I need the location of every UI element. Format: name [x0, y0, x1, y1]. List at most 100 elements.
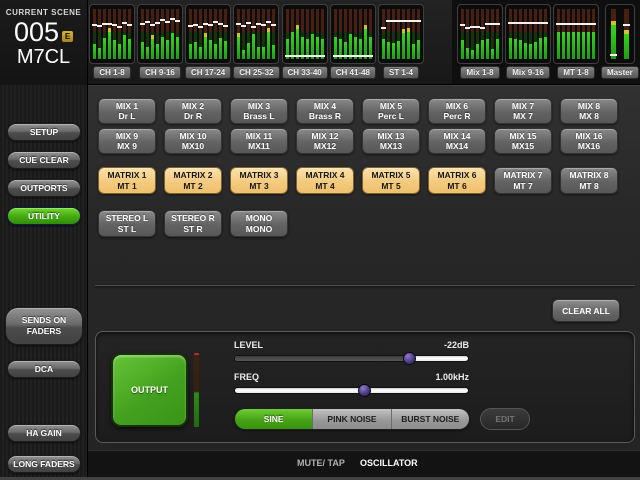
bus-button[interactable]: STEREO R ST R — [164, 210, 222, 237]
fader-position-mark — [175, 20, 180, 22]
bus-button-name: MIX 10 — [179, 130, 207, 141]
meter-bar — [518, 9, 523, 59]
bus-button[interactable]: MIX 15 MX15 — [494, 128, 552, 154]
level-slider[interactable] — [234, 352, 469, 365]
bus-button[interactable]: MIX 2 Dr R — [164, 98, 222, 124]
meter-bank-label[interactable]: CH 33-40 — [281, 66, 328, 79]
freq-slider-knob[interactable] — [358, 384, 372, 397]
meter-block — [233, 4, 280, 64]
bus-button[interactable]: MIX 10 MX10 — [164, 128, 222, 154]
bus-button[interactable]: MIX 8 MX 8 — [560, 98, 618, 124]
oscillator-output-button[interactable]: OUTPUT — [111, 353, 188, 427]
meter-bar — [256, 9, 262, 59]
meter-bank-label[interactable]: CH 9-16 — [139, 66, 181, 79]
bus-button[interactable]: STEREO L ST L — [98, 210, 156, 237]
bus-button[interactable]: MIX 3 Brass L — [230, 98, 288, 124]
sidebar-item-setup[interactable]: SETUP — [7, 123, 81, 141]
bus-button[interactable]: MIX 6 Perc R — [428, 98, 486, 124]
meter-bar-fill — [481, 40, 484, 59]
bottom-tab-bar: MUTE/ TAP OSCILLATOR — [88, 450, 640, 477]
freq-slider[interactable] — [234, 384, 469, 397]
meter-bar — [591, 9, 596, 59]
sidebar-item-outports[interactable]: OUTPORTS — [7, 179, 81, 197]
meter-bar-fill — [392, 43, 395, 59]
waveform-sine-button[interactable]: SINE — [235, 409, 313, 429]
tab-mute-tap[interactable]: MUTE/ TAP — [297, 458, 345, 468]
meter-bar-fill — [257, 46, 261, 59]
bus-button[interactable]: MATRIX 1 MT 1 — [98, 167, 156, 194]
meter-bar — [241, 9, 247, 59]
level-slider-knob[interactable] — [402, 352, 416, 365]
meter-bank-label[interactable]: CH 41-48 — [329, 66, 376, 79]
current-scene-panel[interactable]: CURRENT SCENE 005 E M7CL — [0, 0, 88, 85]
meter-bar — [92, 9, 97, 59]
meter-bar-fill — [582, 31, 585, 59]
meter-bar — [236, 9, 242, 59]
meter-bank-label[interactable]: Master — [601, 66, 639, 79]
waveform-pink-noise-button[interactable]: PINK NOISE — [312, 409, 391, 429]
bus-button[interactable]: MATRIX 3 MT 3 — [230, 167, 288, 194]
meter-bank-label[interactable]: MT 1-8 — [557, 66, 595, 79]
sidebar-item-dca[interactable]: DCA — [7, 360, 81, 378]
current-scene-label: CURRENT SCENE — [5, 8, 82, 17]
bus-button[interactable]: MONO MONO — [230, 210, 288, 237]
meter-bar-fill — [161, 36, 164, 59]
bus-button[interactable]: MIX 5 Perc L — [362, 98, 420, 124]
meter-bar — [213, 9, 219, 59]
sidebar-item-ha-gain[interactable]: HA GAIN — [7, 424, 81, 442]
meter-bar — [465, 9, 470, 59]
meter-bar — [538, 9, 543, 59]
sidebar-item-utility[interactable]: UTILITY — [7, 207, 81, 225]
bus-row-mix-9-16: MIX 9 MX 9 MIX 10 MX10 MIX 11 MX11 MIX 12 MX12 M… — [98, 128, 618, 154]
meter-bar — [470, 9, 475, 59]
bus-button[interactable]: MATRIX 2 MT 2 — [164, 167, 222, 194]
bus-button-patch: Perc R — [443, 111, 471, 121]
bus-button[interactable]: MIX 11 MX11 — [230, 128, 288, 154]
bus-button[interactable]: MIX 16 MX16 — [560, 128, 618, 154]
bus-button[interactable]: MIX 14 MX14 — [428, 128, 486, 154]
meter-bank-label[interactable]: CH 17-24 — [185, 66, 232, 79]
clear-all-button[interactable]: CLEAR ALL — [552, 299, 620, 322]
edit-button[interactable]: EDIT — [480, 408, 530, 430]
meter-bar-fill — [577, 31, 580, 59]
meter-bar — [160, 9, 165, 59]
sidebar-item-long-faders[interactable]: LONG FADERS — [7, 455, 81, 473]
meter-bank-label[interactable]: Mix 1-8 — [460, 66, 500, 79]
level-label: LEVEL — [234, 340, 264, 350]
meter-bar — [523, 9, 528, 59]
bus-row-stereo-mono: STEREO L ST L STEREO R ST R MONO MONO — [98, 210, 618, 237]
bus-button-name: MIX 3 — [247, 100, 271, 111]
fader-position-mark — [319, 55, 325, 57]
meter-bar — [347, 9, 353, 59]
bus-button-patch: MX 7 — [513, 111, 533, 121]
bus-button[interactable]: MIX 4 Brass R — [296, 98, 354, 124]
tab-oscillator[interactable]: OSCILLATOR — [360, 458, 418, 468]
bus-button[interactable]: MATRIX 4 MT 4 — [296, 167, 354, 194]
bus-button-name: STEREO R — [171, 213, 215, 223]
waveform-burst-noise-button[interactable]: BURST NOISE — [390, 409, 469, 429]
bus-button-name: STEREO L — [105, 213, 149, 223]
bus-button[interactable]: MIX 7 MX 7 — [494, 98, 552, 124]
bus-button[interactable]: MATRIX 6 MT 6 — [428, 167, 486, 194]
meter-bar — [266, 9, 272, 59]
meter-peak-segment — [407, 27, 410, 32]
meter-bank-label[interactable]: ST 1-4 — [382, 66, 419, 79]
fader-position-mark — [198, 26, 204, 28]
meter-bank-label[interactable]: Mix 9-16 — [506, 66, 550, 79]
bus-button[interactable]: MATRIX 8 MT 8 — [560, 167, 618, 194]
bus-button[interactable]: MIX 1 Dr L — [98, 98, 156, 124]
meter-bank-label[interactable]: CH 25-32 — [233, 66, 280, 79]
bus-button[interactable]: MATRIX 5 MT 5 — [362, 167, 420, 194]
bus-button[interactable]: MIX 9 MX 9 — [98, 128, 156, 154]
fader-position-mark — [241, 25, 247, 27]
sidebar-item-cue-clear[interactable]: CUE CLEAR — [7, 151, 81, 169]
meter-bars — [508, 9, 548, 59]
bus-button[interactable]: MIX 12 MX12 — [296, 128, 354, 154]
sidebar-item-sends-on-faders[interactable]: SENDS ON FADERS — [5, 307, 83, 345]
meter-bar-fill — [247, 43, 251, 59]
meter-bank-label[interactable]: CH 1-8 — [93, 66, 131, 79]
bus-button[interactable]: MATRIX 7 MT 7 — [494, 167, 552, 194]
bus-button[interactable]: MIX 13 MX13 — [362, 128, 420, 154]
meter-bar — [122, 9, 127, 59]
meter-bar — [528, 9, 533, 59]
